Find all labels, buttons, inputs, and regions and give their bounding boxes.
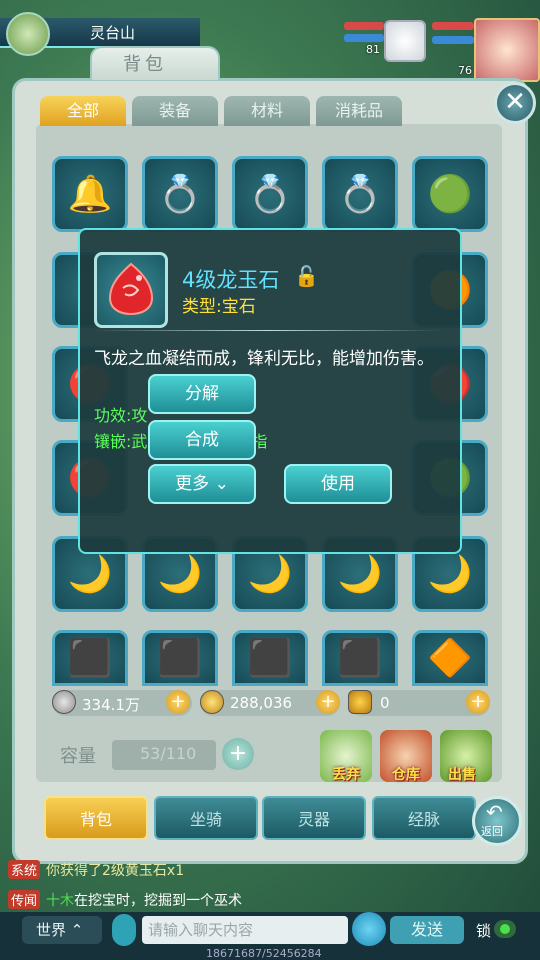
microphone-icon[interactable] bbox=[112, 914, 136, 946]
ring-icon: 💍 bbox=[247, 174, 293, 215]
hero-level: 76 bbox=[458, 64, 472, 77]
capacity-label: 容量 bbox=[60, 746, 96, 767]
moon-stone-icon: 🌙 bbox=[427, 554, 473, 595]
dragon-jade-gem-icon bbox=[108, 262, 154, 316]
bag-slot[interactable]: ⬛ bbox=[232, 630, 308, 686]
tab-equipment[interactable]: 装备 bbox=[132, 96, 218, 126]
bag-slot[interactable]: ⬛ bbox=[322, 630, 398, 686]
tab-spirit-weapon[interactable]: 灵器 bbox=[262, 796, 366, 840]
close-button[interactable]: ✕ bbox=[494, 82, 536, 124]
chevron-down-icon: ⌄ bbox=[214, 474, 229, 494]
bag-slot[interactable]: 💍 bbox=[232, 156, 308, 232]
item-type: 类型:宝石 bbox=[182, 297, 256, 317]
divider bbox=[92, 330, 442, 331]
expand-capacity-button[interactable]: + bbox=[222, 738, 254, 770]
hero-avatar[interactable] bbox=[474, 18, 540, 82]
pet-hp-bar bbox=[344, 22, 384, 30]
tab-mount[interactable]: 坐骑 bbox=[154, 796, 258, 840]
item-effect: 功效:攻 bbox=[94, 406, 148, 425]
moon-stone-icon: 🌙 bbox=[67, 554, 113, 595]
black-stone-icon: ⬛ bbox=[67, 638, 113, 679]
hero-mp-bar bbox=[432, 36, 474, 44]
tab-meridian[interactable]: 经脉 bbox=[372, 796, 476, 840]
tab-materials[interactable]: 材料 bbox=[224, 96, 310, 126]
tab-consumables[interactable]: 消耗品 bbox=[316, 96, 402, 126]
black-stone-icon: ⬛ bbox=[247, 638, 293, 679]
bag-slot[interactable]: 🟢 bbox=[412, 156, 488, 232]
back-arrow-icon: ↶ bbox=[486, 800, 503, 824]
channel-label: 世界 bbox=[36, 921, 67, 939]
coins-icon bbox=[200, 690, 224, 714]
capacity-value: 53/110 bbox=[140, 744, 197, 763]
unlocked-lock-icon[interactable]: 🔓 bbox=[294, 264, 319, 288]
item-description: 飞龙之血凝结而成，锋利无比，能增加伤害。 bbox=[94, 349, 434, 369]
ring-icon: 💍 bbox=[337, 174, 383, 215]
category-tabs: 全部 装备 材料 消耗品 bbox=[40, 96, 402, 126]
bag-slot[interactable]: 💍 bbox=[142, 156, 218, 232]
moon-stone-icon: 🌙 bbox=[247, 554, 293, 595]
tab-all[interactable]: 全部 bbox=[40, 96, 126, 126]
silver-icon bbox=[52, 690, 76, 714]
more-label: 更多 bbox=[175, 474, 210, 494]
lock-label: 锁 bbox=[476, 922, 492, 940]
bag-slot[interactable]: 🔔 bbox=[52, 156, 128, 232]
moon-stone-icon: 🌙 bbox=[157, 554, 203, 595]
pet-level: 81 bbox=[366, 43, 380, 56]
silver-value: 334.1万 bbox=[82, 696, 140, 714]
coins-value: 288,036 bbox=[230, 694, 293, 712]
bag-slot[interactable]: ⬛ bbox=[52, 630, 128, 686]
black-stone-icon: ⬛ bbox=[337, 638, 383, 679]
decompose-button[interactable]: 分解 bbox=[148, 374, 256, 414]
ingot-icon bbox=[348, 690, 372, 714]
hero-hp-bar bbox=[432, 22, 474, 30]
send-button[interactable]: 发送 bbox=[390, 916, 464, 944]
pet-avatar[interactable] bbox=[384, 20, 426, 62]
moon-stone-icon: 🌙 bbox=[337, 554, 383, 595]
combine-button[interactable]: 合成 bbox=[148, 420, 256, 460]
sell-label[interactable]: 出售 bbox=[448, 764, 476, 784]
chat-message: 传闻 十木在挖宝时，挖掘到一个巫术 bbox=[8, 890, 242, 910]
bag-slot[interactable]: 🔶 bbox=[412, 630, 488, 686]
location-name: 灵台山 bbox=[90, 24, 136, 42]
more-button[interactable]: 更多 ⌄ bbox=[148, 464, 256, 504]
emoji-icon[interactable] bbox=[352, 912, 386, 946]
chat-message: 系统 你获得了2级黄玉石x1 bbox=[8, 860, 184, 880]
ring-icon: 💍 bbox=[157, 174, 203, 215]
pet-mp-bar bbox=[344, 34, 384, 42]
item-name: 4级龙玉石 bbox=[182, 268, 280, 292]
jade-pendant-icon: 🟢 bbox=[427, 174, 473, 215]
coordinates: 18671687/52456284 bbox=[206, 947, 322, 960]
bag-slot[interactable]: ⬛ bbox=[142, 630, 218, 686]
system-tag: 系统 bbox=[8, 860, 41, 879]
amber-gem-icon: 🔶 bbox=[427, 638, 473, 679]
legend-player[interactable]: 十木 bbox=[46, 893, 74, 909]
panel-title: 背包 bbox=[123, 54, 167, 75]
ingot-value: 0 bbox=[380, 694, 390, 712]
use-button[interactable]: 使用 bbox=[284, 464, 392, 504]
minimap-icon[interactable] bbox=[6, 12, 50, 56]
discard-label[interactable]: 丢弃 bbox=[332, 764, 360, 784]
inlay-label: 镶嵌:武 bbox=[94, 432, 148, 451]
back-label: 返回 bbox=[481, 825, 503, 838]
bag-slot[interactable]: 💍 bbox=[322, 156, 398, 232]
add-ingot-button[interactable]: + bbox=[466, 690, 490, 714]
amulet-icon: 🔔 bbox=[67, 174, 113, 215]
legend-tag: 传闻 bbox=[8, 890, 41, 909]
channel-select[interactable]: 世界 ⌃ bbox=[22, 916, 102, 944]
lock-indicator bbox=[500, 924, 510, 934]
tab-bag[interactable]: 背包 bbox=[44, 796, 148, 840]
chevron-up-icon: ⌃ bbox=[70, 921, 84, 939]
black-stone-icon: ⬛ bbox=[157, 638, 203, 679]
warehouse-label[interactable]: 仓库 bbox=[392, 764, 420, 784]
add-coins-button[interactable]: + bbox=[316, 690, 340, 714]
legend-message: 在挖宝时，挖掘到一个巫术 bbox=[74, 893, 243, 909]
add-silver-button[interactable]: + bbox=[166, 690, 190, 714]
system-message: 你获得了2级黄玉石x1 bbox=[46, 863, 185, 879]
chat-input[interactable]: 请输入聊天内容 bbox=[142, 916, 348, 944]
